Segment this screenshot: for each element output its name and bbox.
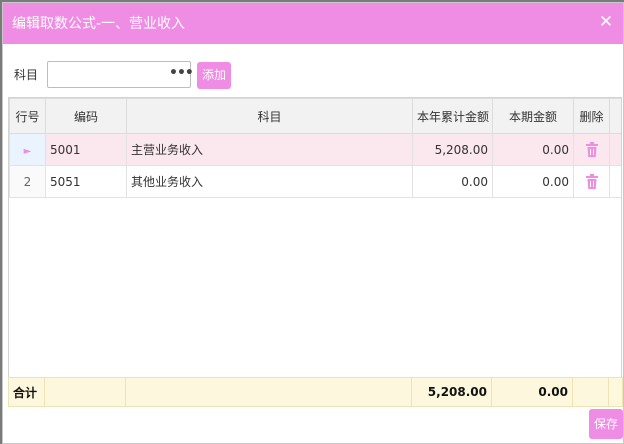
table-row[interactable]: ► 5001 主营业务收入 5,208.00 0.00 [9, 133, 621, 166]
filler-cell [609, 165, 621, 198]
total-label: 合计 [8, 377, 45, 407]
delete-cell [573, 133, 610, 166]
column-header-ytd-amount: 本年累计金额 [412, 98, 493, 134]
ytd-amount-cell[interactable]: 0.00 [412, 165, 493, 198]
dialog-titlebar: 编辑取数公式-一、营业收入 ✕ [3, 3, 623, 44]
totals-table: 合计 5,208.00 0.00 [8, 377, 623, 407]
period-amount-cell[interactable]: 0.00 [492, 165, 574, 198]
column-header-row-no: 行号 [9, 98, 46, 134]
ellipsis-icon[interactable]: ••• [169, 66, 194, 83]
trash-icon[interactable] [585, 173, 599, 190]
toolbar: 科目 ••• 添加 [3, 44, 623, 96]
formula-grid: 行号 编码 科目 本年累计金额 本期金额 删除 ► 5001 主营业务收入 5,… [8, 97, 622, 406]
total-empty-cell [572, 377, 609, 407]
totals-row: 合计 5,208.00 0.00 [8, 377, 623, 407]
subject-label: 科目 [14, 68, 39, 82]
total-empty-cell [44, 377, 126, 407]
table-header-row: 行号 编码 科目 本年累计金额 本期金额 删除 [9, 98, 621, 134]
delete-cell [573, 165, 610, 198]
total-empty-cell [125, 377, 412, 407]
edit-formula-dialog: 编辑取数公式-一、营业收入 ✕ 科目 ••• 添加 行号 编码 科目 本年累计金… [2, 2, 624, 444]
table-row[interactable]: 2 5051 其他业务收入 0.00 0.00 [9, 165, 621, 198]
ytd-amount-cell[interactable]: 5,208.00 [412, 133, 493, 166]
row-number-cell: 2 [9, 165, 46, 198]
column-header-subject: 科目 [126, 98, 413, 134]
filler-cell [609, 133, 621, 166]
trash-icon[interactable] [585, 141, 599, 158]
column-header-period-amount: 本期金额 [492, 98, 574, 134]
code-cell[interactable]: 5001 [45, 133, 127, 166]
period-amount-cell[interactable]: 0.00 [492, 133, 574, 166]
total-ytd-amount: 5,208.00 [411, 377, 492, 407]
save-button[interactable]: 保存 [589, 409, 623, 439]
total-period-amount: 0.00 [491, 377, 573, 407]
column-header-delete: 删除 [573, 98, 610, 134]
subject-input[interactable] [48, 62, 163, 87]
row-number-cell: ► [9, 133, 46, 166]
subject-cell[interactable]: 其他业务收入 [126, 165, 413, 198]
total-empty-cell [608, 377, 623, 407]
add-button[interactable]: 添加 [197, 62, 231, 89]
code-cell[interactable]: 5051 [45, 165, 127, 198]
subject-combo[interactable]: ••• [47, 61, 194, 88]
subject-cell[interactable]: 主营业务收入 [126, 133, 413, 166]
column-header-code: 编码 [45, 98, 127, 134]
arrow-right-icon: ► [23, 145, 32, 157]
formula-table: 行号 编码 科目 本年累计金额 本期金额 删除 ► 5001 主营业务收入 5,… [9, 98, 621, 198]
close-icon[interactable]: ✕ [598, 13, 614, 31]
dialog-title: 编辑取数公式-一、营业收入 [12, 16, 186, 32]
column-header-filler [609, 98, 621, 134]
